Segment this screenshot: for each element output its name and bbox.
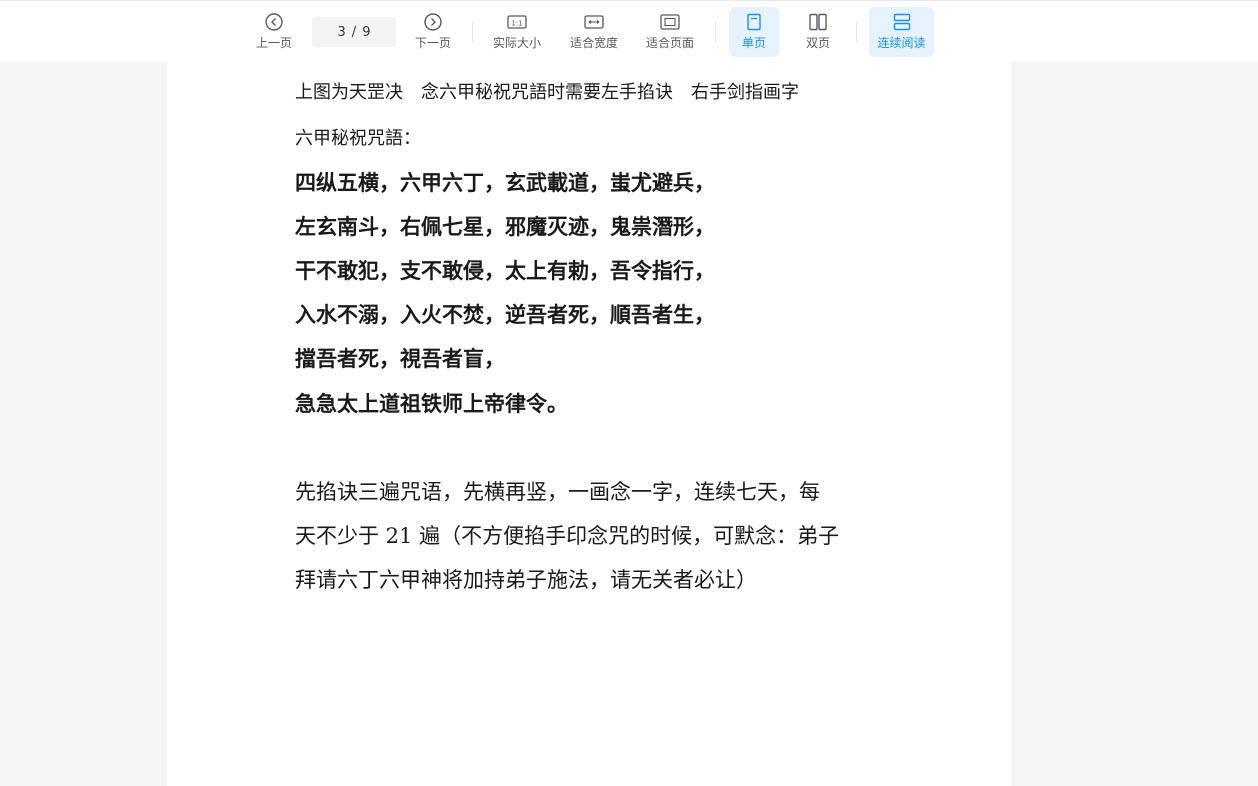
viewer-toolbar: 上一页 3 / 9 下一页 1:1 实际大小 适合宽度 适合页面 单页 双页 连… [0, 0, 1258, 62]
page-number-input[interactable]: 3 / 9 [312, 17, 396, 47]
fit-page-icon [659, 12, 681, 32]
chevron-right-circle-icon [422, 12, 444, 32]
incantation-line: 四纵五横，六甲六丁，玄武載道，蚩尤避兵， [295, 170, 715, 195]
toolbar-divider [856, 21, 857, 43]
instruction-line: 先掐诀三遍咒语，先横再竖，一画念一字，连续七天，每 [295, 480, 820, 504]
continuous-read-button[interactable]: 连续阅读 [869, 7, 934, 57]
continuous-read-label: 连续阅读 [877, 36, 926, 50]
single-page-button[interactable]: 单页 [729, 7, 779, 57]
prev-page-button[interactable]: 上一页 [248, 7, 300, 57]
single-page-label: 单页 [741, 36, 766, 50]
continuous-read-icon [891, 12, 913, 32]
caption-line: 上图为天罡决 念六甲秘祝咒語时需要左手掐诀 右手剑指画字 [295, 82, 799, 103]
double-page-icon [807, 12, 829, 32]
next-page-button[interactable]: 下一页 [407, 7, 459, 57]
current-page: 3 [337, 24, 346, 40]
next-page-label: 下一页 [414, 36, 451, 50]
page-separator: / [351, 24, 357, 40]
incantation-line: 左玄南斗，右佩七星，邪魔灭迹，鬼祟潛形， [295, 214, 715, 239]
prev-page-label: 上一页 [255, 36, 292, 50]
incantation-line: 干不敢犯，支不敢侵，太上有勅，吾令指行， [295, 258, 715, 283]
instruction-line: 拜请六丁六甲神将加持弟子施法，请无关者必让） [295, 568, 757, 592]
double-page-label: 双页 [805, 36, 830, 50]
incantation-line: 擋吾者死，視吾者盲， [295, 346, 505, 371]
incantation-heading: 六甲秘祝咒語： [295, 128, 421, 149]
toolbar-divider [715, 21, 716, 43]
actual-size-label: 实际大小 [492, 36, 541, 50]
actual-size-icon: 1:1 [506, 12, 528, 32]
single-page-icon [743, 12, 765, 32]
total-pages: 9 [362, 24, 371, 40]
actual-size-button[interactable]: 1:1 实际大小 [486, 7, 548, 57]
fit-width-button[interactable]: 适合宽度 [563, 7, 625, 57]
fit-page-button[interactable]: 适合页面 [639, 7, 701, 57]
toolbar-divider [472, 21, 473, 43]
incantation-line: 入水不溺，入火不焚，逆吾者死，順吾者生， [295, 302, 715, 327]
fit-page-label: 适合页面 [645, 36, 694, 50]
double-page-button[interactable]: 双页 [793, 7, 843, 57]
actual-size-icon-text: 1:1 [511, 19, 522, 27]
incantation-line: 急急太上道祖铁师上帝律令。 [295, 391, 568, 416]
instruction-line: 天不少于 21 遍（不方便掐手印念咒的时候，可默念：弟子 [295, 524, 840, 548]
chevron-left-circle-icon [263, 12, 285, 32]
fit-width-label: 适合宽度 [569, 36, 618, 50]
fit-width-icon [583, 12, 605, 32]
